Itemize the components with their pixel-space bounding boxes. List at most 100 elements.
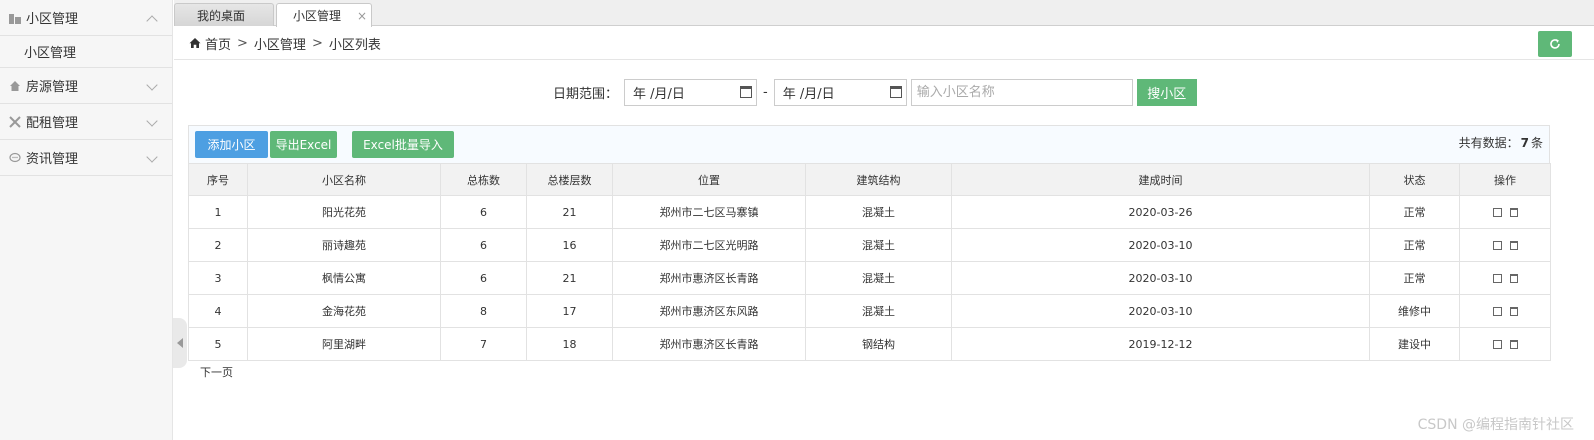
- date-range-dash: -: [763, 85, 768, 100]
- cell-name: 阳光花苑: [247, 195, 441, 229]
- total-prefix: 共有数据：: [1458, 136, 1519, 150]
- cell-buildings: 6: [440, 195, 527, 229]
- edit-icon[interactable]: [1492, 340, 1502, 349]
- sidebar-menu-label: 房源管理: [26, 80, 79, 95]
- column-header: 位置: [612, 163, 806, 196]
- cell-buildings: 6: [440, 228, 527, 262]
- next-page-link[interactable]: 下一页: [200, 364, 233, 380]
- calendar-icon[interactable]: [740, 86, 753, 98]
- cell-floors: 18: [526, 327, 613, 361]
- chevron-down-icon: [146, 79, 158, 91]
- breadcrumb-level1[interactable]: 小区管理: [254, 34, 306, 53]
- column-header: 建成时间: [951, 163, 1370, 196]
- edit-icon[interactable]: [1492, 241, 1502, 250]
- sidebar-menu-label: 资讯管理: [26, 152, 79, 167]
- refresh-button[interactable]: [1538, 31, 1572, 57]
- column-header: 总楼层数: [526, 163, 613, 196]
- cell-index: 4: [188, 294, 248, 328]
- cell-name: 阿里湖畔: [247, 327, 441, 361]
- delete-icon[interactable]: [1509, 340, 1518, 349]
- cell-name: 枫情公寓: [247, 261, 441, 295]
- import-excel-button[interactable]: Excel批量导入: [352, 131, 454, 158]
- date-range-label: 日期范围：: [553, 87, 619, 102]
- delete-icon[interactable]: [1509, 241, 1518, 250]
- sidebar-menu-rental[interactable]: 配租管理: [0, 104, 172, 140]
- cell-status: 建设中: [1369, 327, 1460, 361]
- edit-icon[interactable]: [1492, 307, 1502, 316]
- table-header-row: 序号 小区名称 总栋数 总楼层数 位置 建筑结构 建成时间 状态 操作: [188, 163, 1551, 196]
- sidebar-menu-label: 配租管理: [26, 116, 79, 131]
- edit-icon[interactable]: [1492, 208, 1502, 217]
- tab-bar: 我的桌面 小区管理 ×: [174, 0, 1594, 27]
- breadcrumb: 首页 > 小区管理 > 小区列表: [174, 27, 1594, 60]
- chevron-up-icon: [146, 15, 158, 27]
- cell-built-date: 2020-03-26: [951, 195, 1370, 229]
- date-end-text: 年 /月/日: [782, 87, 835, 102]
- date-start-input[interactable]: 年 /月/日: [624, 79, 758, 106]
- chat-icon: [8, 151, 22, 165]
- watermark: CSDN @编程指南针社区: [1417, 417, 1574, 433]
- delete-icon[interactable]: [1509, 274, 1518, 283]
- collapse-arrow-icon: [177, 338, 183, 348]
- refresh-icon: [1550, 39, 1560, 49]
- breadcrumb-home[interactable]: 首页: [205, 34, 231, 53]
- sidebar-item-community-manage[interactable]: 小区管理: [0, 36, 172, 68]
- tab-community[interactable]: 小区管理 ×: [276, 3, 372, 27]
- search-button[interactable]: 搜小区: [1136, 79, 1197, 106]
- sidebar-collapse-handle[interactable]: [173, 318, 187, 368]
- breadcrumb-separator: >: [311, 35, 323, 51]
- calendar-icon[interactable]: [889, 86, 902, 98]
- cell-index: 3: [188, 261, 248, 295]
- sidebar-menu-community[interactable]: 小区管理: [0, 0, 172, 36]
- tab-label: 我的桌面: [197, 8, 246, 23]
- cell-buildings: 7: [440, 327, 527, 361]
- cell-floors: 21: [526, 195, 613, 229]
- sidebar-menu-label: 小区管理: [26, 12, 79, 27]
- edit-icon[interactable]: [1492, 274, 1502, 283]
- breadcrumb-current: 小区列表: [328, 37, 381, 53]
- cell-status: 正常: [1369, 261, 1460, 295]
- chevron-down-icon: [146, 115, 158, 127]
- cell-actions: [1459, 261, 1551, 295]
- sidebar: 小区管理 小区管理 房源管理 配租管理 资讯管理: [0, 0, 173, 440]
- cell-structure: 钢结构: [805, 327, 952, 361]
- cell-location: 郑州市惠济区东风路: [612, 294, 806, 328]
- cell-location: 郑州市二七区马寨镇: [612, 195, 806, 229]
- cell-location: 郑州市惠济区长青路: [612, 327, 806, 361]
- sidebar-menu-housing[interactable]: 房源管理: [0, 68, 172, 104]
- cell-location: 郑州市惠济区长青路: [612, 261, 806, 295]
- community-name-input[interactable]: [910, 79, 1133, 106]
- date-start-text: 年 /月/日: [633, 87, 685, 102]
- column-header: 总栋数: [440, 163, 527, 196]
- chevron-down-icon: [146, 151, 158, 163]
- cell-structure: 混凝土: [805, 294, 952, 328]
- cell-structure: 混凝土: [805, 228, 952, 262]
- table-toolbar: 添加小区 导出Excel Excel批量导入 共有数据： 7 条: [188, 125, 1550, 163]
- delete-icon[interactable]: [1509, 307, 1518, 316]
- tab-desktop[interactable]: 我的桌面: [174, 3, 274, 26]
- table-row: 5 阿里湖畔 7 18 郑州市惠济区长青路 钢结构 2019-12-12 建设中: [188, 327, 1551, 361]
- cell-built-date: 2020-03-10: [951, 228, 1370, 262]
- column-header: 操作: [1459, 163, 1551, 196]
- date-end-input[interactable]: 年 /月/日: [773, 79, 907, 106]
- delete-icon[interactable]: [1509, 208, 1518, 217]
- table-row: 1 阳光花苑 6 21 郑州市二七区马寨镇 混凝土 2020-03-26 正常: [188, 195, 1551, 229]
- home-icon: [189, 37, 201, 49]
- column-header: 建筑结构: [805, 163, 952, 196]
- cell-floors: 16: [526, 228, 613, 262]
- sidebar-menu-news[interactable]: 资讯管理: [0, 140, 172, 176]
- column-header: 序号: [188, 163, 248, 196]
- close-icon[interactable]: ×: [357, 9, 367, 23]
- cell-index: 5: [188, 327, 248, 361]
- total-number: 7: [1520, 136, 1529, 150]
- add-community-button[interactable]: 添加小区: [195, 131, 268, 158]
- cell-name: 丽诗趣苑: [247, 228, 441, 262]
- cell-location: 郑州市二七区光明路: [612, 228, 806, 262]
- cell-floors: 17: [526, 294, 613, 328]
- total-count: 共有数据： 7 条: [1459, 134, 1543, 151]
- export-excel-button[interactable]: 导出Excel: [270, 131, 337, 158]
- cell-actions: [1459, 327, 1551, 361]
- cell-structure: 混凝土: [805, 261, 952, 295]
- cell-name: 金海花苑: [247, 294, 441, 328]
- tab-label: 小区管理: [293, 9, 342, 23]
